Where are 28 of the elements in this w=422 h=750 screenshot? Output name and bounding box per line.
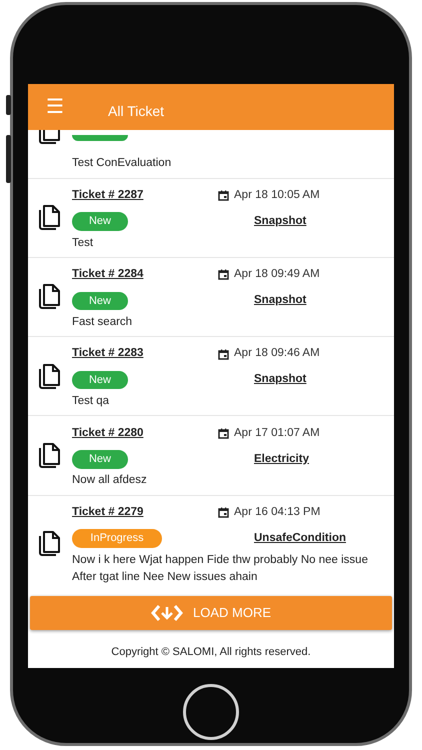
- status-badge: New: [72, 212, 128, 231]
- ticket-number[interactable]: Ticket # 2284: [72, 266, 218, 284]
- status-badge: InProgress: [72, 529, 162, 548]
- ticket-description: Test ConEvaluation: [72, 156, 172, 172]
- ticket-date: Apr 18 09:46 AM: [234, 346, 320, 362]
- copyright-text: Copyright © SALOMI, All rights reserved.: [110, 644, 312, 660]
- category-link[interactable]: Electricity: [254, 450, 386, 468]
- ticket-description: Now all afdesz: [72, 473, 148, 488]
- category-link[interactable]: Snapshot: [254, 292, 386, 310]
- status-badge: New: [72, 370, 128, 390]
- ticket-date: Apr 17 01:07 AM: [234, 426, 320, 441]
- ticket-date: Apr 18 10:05 AM: [234, 188, 320, 203]
- ticket-description: Fast search: [72, 314, 134, 330]
- ticket-description: Now i k here Wjat happen Fide thw probably No nee issue After tgat line Nee New issues ahain: [72, 552, 369, 585]
- category-link[interactable]: UnsafeCondition: [254, 530, 386, 548]
- page-title: All Ticket: [108, 102, 164, 120]
- ticket-number[interactable]: Ticket # 2283: [72, 345, 218, 363]
- ticket-description: Test: [72, 236, 94, 250]
- ticket-number[interactable]: Ticket # 2287: [72, 186, 218, 204]
- ticket-date: Apr 16 04:13 PM: [234, 504, 320, 520]
- status-badge: New: [72, 450, 128, 468]
- ticket-description: Test qa: [72, 394, 110, 409]
- ticket-number[interactable]: Ticket # 2280: [72, 424, 218, 442]
- ticket-date: Apr 18 09:49 AM: [234, 267, 320, 282]
- category-link[interactable]: Snapshot: [254, 371, 386, 389]
- category-link[interactable]: Snapshot: [254, 212, 386, 230]
- ticket-number[interactable]: Ticket # 2279: [72, 504, 218, 522]
- status-badge: New: [72, 292, 128, 310]
